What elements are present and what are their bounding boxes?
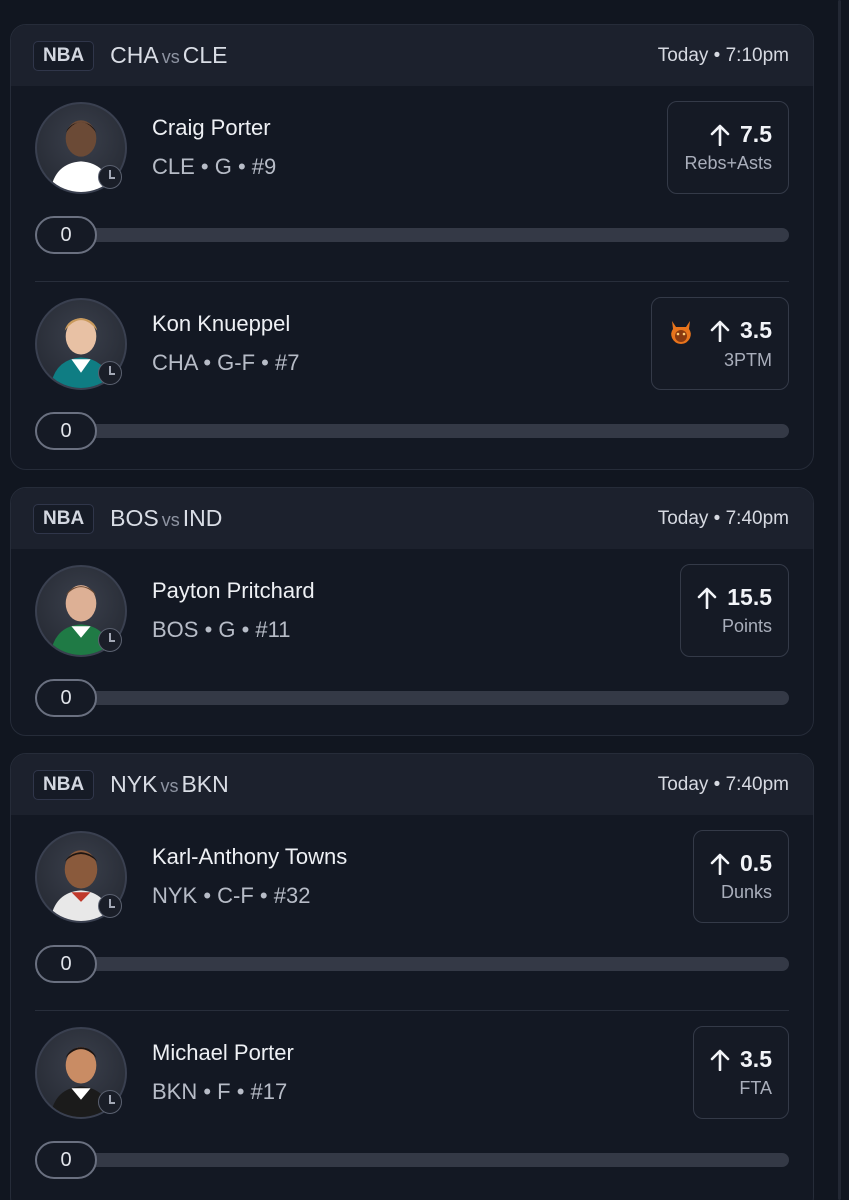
player-meta: BKN • F • #17 <box>152 1079 288 1104</box>
progress-value: 0 <box>35 945 97 983</box>
arrow-up-icon <box>710 124 730 146</box>
progress-value: 0 <box>35 412 97 450</box>
pick-line-value: 0.5 <box>740 850 772 876</box>
player-name[interactable]: Karl-Anthony Towns <box>152 844 347 870</box>
game-header[interactable]: NBA NYK vs BKN Today • 7:40pm <box>11 754 813 815</box>
pick-button[interactable]: 15.5 Points <box>680 564 789 657</box>
vs-label: vs <box>161 47 180 67</box>
scrollbar[interactable] <box>838 0 841 1200</box>
game-card-cha-cle: NBA CHA vs CLE Today • 7:10pm Craig Porter… <box>10 24 814 470</box>
arrow-up-icon <box>710 853 730 875</box>
player-meta: NYK • C-F • #32 <box>152 883 311 908</box>
progress-track <box>35 957 789 971</box>
progress-track <box>35 424 789 438</box>
home-team: BOS <box>110 505 159 531</box>
pick-button[interactable]: 3.5 3PTM <box>651 297 789 390</box>
clock-icon <box>98 361 122 385</box>
player-meta: CHA • G-F • #7 <box>152 350 300 375</box>
game-header[interactable]: NBA CHA vs CLE Today • 7:10pm <box>11 25 813 86</box>
league-badge: NBA <box>33 503 95 534</box>
player-name[interactable]: Payton Pritchard <box>152 578 315 604</box>
arrow-up-icon <box>710 320 730 342</box>
clock-icon <box>98 894 122 918</box>
progress-value: 0 <box>35 679 97 717</box>
player-name[interactable]: Craig Porter <box>152 115 271 141</box>
clock-icon <box>98 165 122 189</box>
vs-label: vs <box>161 510 180 530</box>
pick-stat: Points <box>721 616 772 636</box>
player-row[interactable]: Craig Porter CLE • G • #9 7.5 Rebs+Asts … <box>11 86 813 282</box>
clock-icon <box>98 1090 122 1114</box>
pick-stat: 3PTM <box>723 349 772 370</box>
home-team: CHA <box>110 42 159 68</box>
game-time: Today • 7:40pm <box>657 773 789 795</box>
matchup: NYK vs BKN <box>110 771 229 798</box>
pick-line-value: 3.5 <box>740 317 772 343</box>
pick-button[interactable]: 0.5 Dunks <box>693 830 789 923</box>
player-row[interactable]: Kon Knueppel CHA • G-F • #7 3.5 3PTM 0 <box>11 282 813 469</box>
flame-devil-icon <box>671 320 691 344</box>
vs-label: vs <box>160 776 179 796</box>
game-header[interactable]: NBA BOS vs IND Today • 7:40pm <box>11 488 813 549</box>
game-time: Today • 7:10pm <box>657 44 789 66</box>
game-card-nyk-bkn: NBA NYK vs BKN Today • 7:40pm Karl-Anthony… <box>10 753 814 1200</box>
pick-stat: Dunks <box>720 882 772 902</box>
player-row[interactable]: Karl-Anthony Towns NYK • C-F • #32 0.5 D… <box>11 815 813 1011</box>
pick-line-value: 3.5 <box>740 1046 772 1072</box>
player-name[interactable]: Kon Knueppel <box>152 311 290 337</box>
progress-value: 0 <box>35 216 97 254</box>
away-team: CLE <box>182 42 228 68</box>
player-row[interactable]: Payton Pritchard BOS • G • #11 15.5 Poin… <box>11 549 813 735</box>
clock-icon <box>98 628 122 652</box>
progress-track <box>35 691 789 705</box>
arrow-up-icon <box>697 587 717 609</box>
arrow-up-icon <box>710 1049 730 1071</box>
pick-button[interactable]: 7.5 Rebs+Asts <box>667 101 789 194</box>
game-card-bos-ind: NBA BOS vs IND Today • 7:40pm Payton Pritc… <box>10 487 814 736</box>
player-meta: BOS • G • #11 <box>152 617 291 642</box>
away-team: IND <box>182 505 223 531</box>
player-name[interactable]: Michael Porter <box>152 1040 294 1066</box>
pick-line-value: 15.5 <box>727 584 772 610</box>
home-team: NYK <box>110 771 158 797</box>
game-time: Today • 7:40pm <box>657 507 789 529</box>
matchup: BOS vs IND <box>110 505 222 532</box>
away-team: BKN <box>181 771 229 797</box>
pick-stat: FTA <box>739 1078 772 1098</box>
progress-track <box>35 1153 789 1167</box>
player-row[interactable]: Michael Porter BKN • F • #17 3.5 FTA 0 <box>11 1011 813 1200</box>
pick-button[interactable]: 3.5 FTA <box>693 1026 789 1119</box>
player-meta: CLE • G • #9 <box>152 154 277 179</box>
pick-stat: Rebs+Asts <box>684 153 772 173</box>
matchup: CHA vs CLE <box>110 42 227 69</box>
league-badge: NBA <box>33 40 95 71</box>
progress-value: 0 <box>35 1141 97 1179</box>
progress-track <box>35 228 789 242</box>
league-badge: NBA <box>33 769 95 800</box>
pick-line-value: 7.5 <box>740 121 772 147</box>
